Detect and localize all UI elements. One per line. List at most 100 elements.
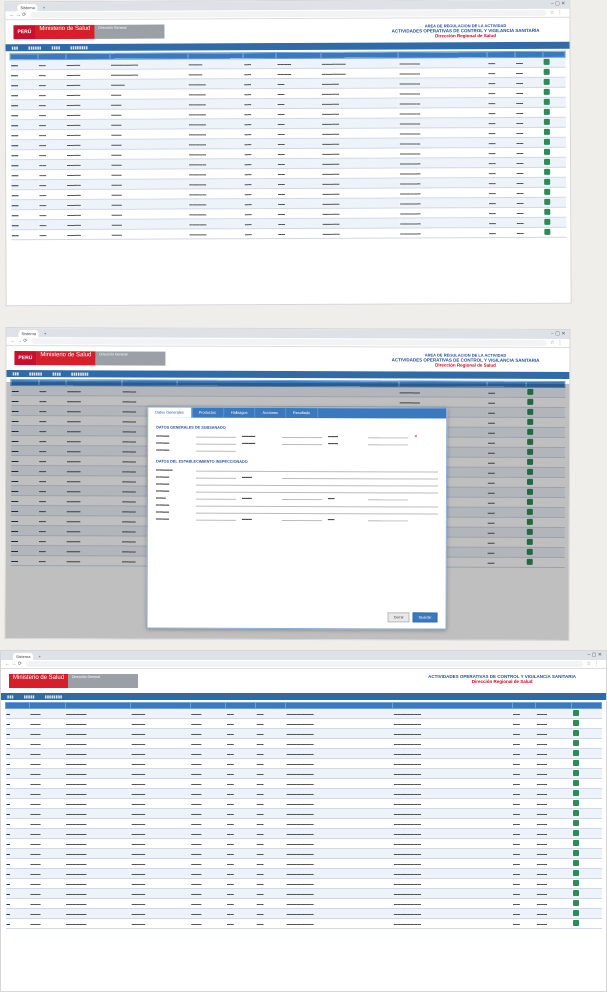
tab-actions[interactable]: Acciones (255, 407, 286, 418)
field-value[interactable] (282, 439, 323, 446)
table-row[interactable]: ▬▬ ▬▬ ▬▬▬▬ ▬▬▬ ▬▬▬▬▬ ▬▬ ▬▬ ▬▬▬▬▬ ▬▬▬▬▬▬ ▬▬ ▬▬ (10, 227, 566, 240)
table-row[interactable]: ▬▬▬▬▬▬▬▬▬▬▬▬▬▬▬▬▬▬▬▬▬▬▬▬▬▬▬▬▬▬▬▬▬▬▬▬▬▬▬▬… (5, 918, 602, 929)
ministry-label: Ministerio de Salud (35, 24, 95, 40)
field-label: ▬▬▬▬▬ (156, 467, 173, 472)
table-row[interactable]: ▬▬▬▬▬▬▬▬▬▬▬▬▬▬▬▬▬▬▬▬▬▬▬▬▬▬▬▬▬▬▬▬▬▬▬▬▬▬▬▬… (5, 878, 602, 889)
browser-tab-active[interactable]: Sistema (13, 653, 34, 660)
field-value[interactable] (195, 508, 438, 515)
table-row[interactable]: ▬▬▬▬▬▬▬▬▬▬▬▬▬▬▬▬▬▬▬▬▬▬▬▬▬▬▬▬▬▬▬▬▬▬▬▬▬▬▬▬… (5, 758, 602, 769)
field-value[interactable] (195, 515, 236, 521)
table-row[interactable]: ▬▬▬▬▬▬▬▬▬▬▬▬▬▬▬▬▬▬▬▬▬▬▬▬▬▬▬▬▬▬▬▬▬▬▬▬▬▬▬▬… (5, 868, 602, 879)
field-label: ▬▬▬▬ (155, 502, 170, 507)
back-forward-reload-icons[interactable]: ← → ⟳ (10, 338, 27, 344)
header-titles: AREA DE REGULACION DE LA ACTIVIDAD ACTIV… (392, 352, 540, 368)
table-row[interactable]: ▬▬▬▬▬▬▬▬▬▬▬▬▬▬▬▬▬▬▬▬▬▬▬▬▬▬▬▬▬▬▬▬▬▬▬▬▬▬▬▬… (5, 718, 602, 729)
table-row[interactable]: ▬▬▬▬▬▬▬▬▬▬▬▬▬▬▬▬▬▬▬▬▬▬▬▬▬▬▬▬▬▬▬▬▬▬▬▬▬▬▬▬… (5, 888, 602, 899)
browser-toolbar-icons[interactable]: ☆⋮ (550, 10, 566, 16)
field-value[interactable] (368, 433, 409, 439)
dependency-label: Dirección General (94, 24, 165, 39)
cancel-button[interactable]: Cerrar (387, 612, 410, 623)
menu-item[interactable]: ▮▮▮▮ (51, 45, 60, 50)
window-controls[interactable]: ‒ ▢ ✕ (588, 652, 602, 658)
field-value[interactable] (196, 439, 237, 445)
field-label: ▬▬▬▬ (155, 481, 170, 486)
menu-item[interactable]: ▮▮▮ (12, 371, 19, 376)
menu-item[interactable]: ▮▮▮▮▮▮▮▮ (70, 45, 88, 50)
browser-toolbar-icons[interactable]: ☆⋮ (550, 340, 566, 346)
table-row[interactable]: ▬▬▬▬▬▬▬▬▬▬▬▬▬▬▬▬▬▬▬▬▬▬▬▬▬▬▬▬▬▬▬▬▬▬▬▬▬▬▬▬… (5, 738, 602, 749)
tab-products[interactable]: Productos (191, 407, 224, 418)
field-value[interactable] (368, 440, 409, 446)
menu-item[interactable]: ▮▮▮▮▮▮▮▮ (71, 371, 89, 376)
table-row[interactable]: ▬▬▬▬▬▬▬▬▬▬▬▬▬▬▬▬▬▬▬▬▬▬▬▬▬▬▬▬▬▬▬▬▬▬▬▬▬▬▬▬… (5, 848, 602, 859)
region-title: Dirección Regional de Salud (435, 362, 496, 368)
browser-tab[interactable] (5, 653, 11, 660)
browser-toolbar-icons[interactable]: ☆⋮ (587, 661, 602, 667)
tab-general[interactable]: Datos Generales (148, 407, 192, 418)
menu-item[interactable]: ▮▮▮▮▮▮▮▮ (45, 694, 63, 699)
field-value[interactable] (281, 515, 322, 522)
menu-item[interactable]: ▮▮▮ (12, 45, 19, 50)
tab-result[interactable]: Resultado (285, 407, 319, 419)
new-tab-button[interactable]: + (35, 653, 44, 660)
field-value[interactable] (195, 487, 438, 494)
window-controls[interactable]: ‒ ▢ ✕ (551, 331, 566, 337)
table-row[interactable]: ▬▬▬▬▬▬▬▬▬▬▬▬▬▬▬▬▬▬▬▬▬▬▬▬▬▬▬▬▬▬▬▬▬▬▬▬▬▬▬▬… (5, 858, 602, 869)
form-row: ▬▬▬▬ ▬▬▬▬ ▬▬▬ ✕ (156, 432, 438, 439)
field-value[interactable] (195, 494, 236, 500)
table-row[interactable]: ▬▬▬▬▬▬▬▬▬▬▬▬▬▬▬▬▬▬▬▬▬▬▬▬▬▬▬▬▬▬▬▬▬▬▬▬▬▬▬▬… (5, 898, 602, 909)
browser-tab[interactable] (10, 330, 17, 338)
menu-item[interactable]: ▮▮▮ (7, 694, 14, 699)
url-field[interactable] (25, 661, 583, 667)
menu-item[interactable]: ▮▮▮▮▮ (24, 694, 35, 699)
table-row[interactable]: ▬▬▬▬▬▬▬▬▬▬▬▬▬▬▬▬▬▬▬▬▬▬▬▬▬▬▬▬▬▬▬▬▬▬▬▬▬▬▬▬… (5, 708, 602, 719)
field-label: ▬▬ (327, 495, 335, 500)
back-forward-reload-icons[interactable]: ← → ⟳ (5, 661, 22, 667)
table-row[interactable]: ▬▬▬▬▬▬▬▬▬▬▬▬▬▬▬▬▬▬▬▬▬▬▬▬▬▬▬▬▬▬▬▬▬▬▬▬▬▬▬▬… (5, 768, 602, 779)
table-row[interactable]: ▬▬▬▬▬▬▬▬▬▬▬▬▬▬▬▬▬▬▬▬▬▬▬▬▬▬▬▬▬▬▬▬▬▬▬▬▬▬▬▬… (5, 748, 602, 759)
field-value[interactable] (367, 516, 408, 522)
field-label: ▬▬ (327, 516, 335, 521)
field-value[interactable] (282, 473, 439, 480)
table-row[interactable]: ▬▬▬▬▬▬▬▬▬▬▬▬▬▬▬▬▬▬▬▬▬▬▬▬▬▬▬▬▬▬▬▬▬▬▬▬▬▬▬▬… (5, 908, 602, 919)
field-value[interactable] (367, 495, 408, 501)
table-row[interactable]: ▬▬▬▬▬▬▬▬▬▬▬▬▬▬▬▬▬▬▬▬▬▬▬▬▬▬▬▬▬▬▬▬▬▬▬▬▬▬▬▬… (5, 778, 602, 789)
table-row[interactable]: ▬▬▬▬▬▬▬▬▬▬▬▬▬▬▬▬▬▬▬▬▬▬▬▬▬▬▬▬▬▬▬▬▬▬▬▬▬▬▬▬… (5, 788, 602, 799)
menu-item[interactable]: ▮▮▮▮▮▮ (29, 371, 42, 376)
field-value[interactable] (196, 466, 439, 473)
detail-modal: Datos Generales Productos Hallazgos Acci… (146, 406, 448, 630)
new-tab-button[interactable]: + (39, 4, 49, 12)
table-row[interactable]: ▬▬▬▬▬▬▬▬▬▬▬▬▬▬▬▬▬▬▬▬▬▬▬▬▬▬▬▬▬▬▬▬▬▬▬▬▬▬▬▬… (5, 828, 602, 839)
tab-findings[interactable]: Hallazgos (223, 407, 256, 418)
browser-tab-active[interactable]: Sistema (17, 4, 38, 12)
field-value[interactable] (196, 473, 237, 479)
field-value[interactable] (196, 432, 237, 438)
url-field[interactable] (30, 9, 546, 19)
menu-item[interactable]: ▮▮▮▮▮▮ (28, 45, 41, 50)
table-row[interactable]: ▬▬▬▬▬▬▬▬▬▬▬▬▬▬▬▬▬▬▬▬▬▬▬▬▬▬▬▬▬▬▬▬▬▬▬▬▬▬▬▬… (5, 798, 602, 809)
field-value[interactable] (195, 501, 438, 508)
table-row[interactable]: ▬▬▬▬▬▬▬▬▬▬▬▬▬▬▬▬▬▬▬▬▬▬▬▬▬▬▬▬▬▬▬▬▬▬▬▬▬▬▬▬… (5, 838, 602, 849)
field-label: ▬▬▬ (241, 516, 252, 521)
menu-item[interactable]: ▮▮▮▮ (52, 371, 61, 376)
field-value[interactable] (282, 432, 323, 439)
form-row: ▬▬▬▬ (156, 508, 438, 515)
table-row[interactable]: ▬▬▬▬▬▬▬▬▬▬▬▬▬▬▬▬▬▬▬▬▬▬▬▬▬▬▬▬▬▬▬▬▬▬▬▬▬▬▬▬… (5, 808, 602, 819)
section-title: DATOS DEL ESTABLECIMIENTO INSPECCIONADO (156, 459, 248, 464)
form-row: ▬▬▬▬ (156, 446, 438, 453)
field-value[interactable] (281, 494, 322, 501)
back-forward-reload-icons[interactable]: ← → ⟳ (9, 12, 26, 18)
save-button[interactable]: Guardar (412, 612, 438, 623)
field-value[interactable] (196, 446, 237, 452)
table-row[interactable]: ▬▬▬▬▬▬▬▬▬▬▬▬▬▬▬▬▬▬▬▬▬▬▬▬▬▬▬▬▬▬▬▬▬▬▬▬▬▬▬▬… (5, 818, 602, 829)
menu-bar: ▮▮▮ ▮▮▮▮▮ ▮▮▮▮▮▮▮▮ (1, 693, 606, 700)
window-controls[interactable]: ‒ ▢ ✕ (551, 1, 566, 7)
region-title: Dirección Regional de Salud (435, 33, 496, 39)
new-tab-button[interactable]: + (40, 330, 50, 338)
close-icon[interactable]: ✕ (414, 433, 417, 438)
browser-tab-active[interactable]: Sistema (18, 330, 39, 338)
url-field[interactable] (31, 338, 547, 346)
browser-tab[interactable] (9, 4, 16, 12)
field-value[interactable] (195, 480, 439, 487)
table-row[interactable]: ▬▬▬▬▬▬▬▬▬▬▬▬▬▬▬▬▬▬▬▬▬▬▬▬▬▬▬▬▬▬▬▬▬▬▬▬▬▬▬▬… (5, 728, 602, 739)
